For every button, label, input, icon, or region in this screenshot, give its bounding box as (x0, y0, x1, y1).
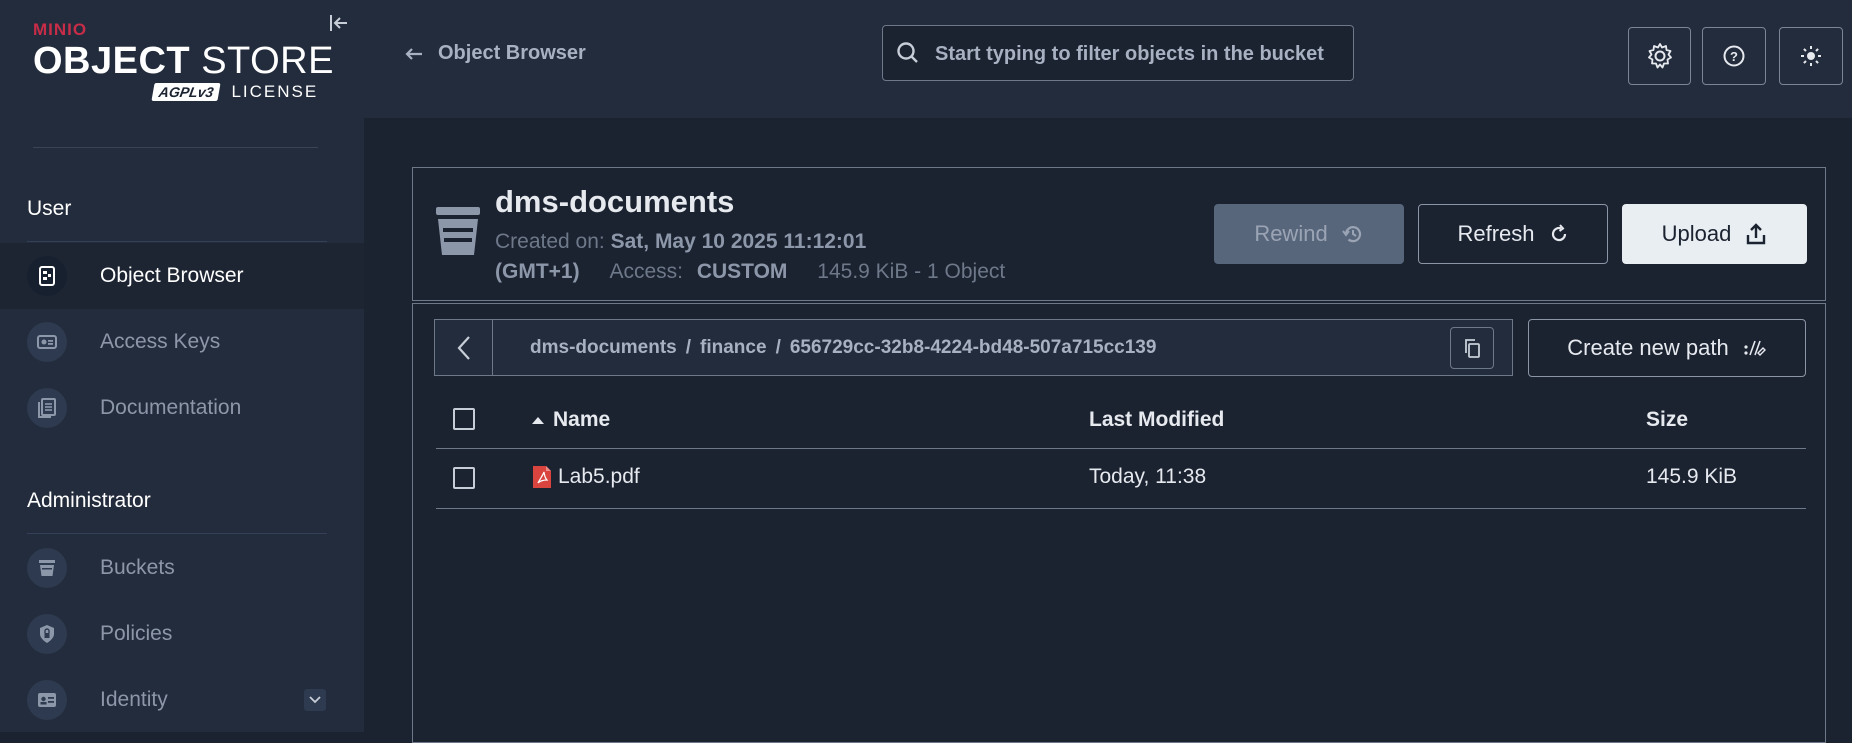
sort-ascending-icon (532, 417, 544, 424)
refresh-icon (1551, 224, 1566, 242)
sidebar-divider (33, 147, 318, 148)
history-icon (1341, 226, 1361, 243)
theme-toggle-icon (1801, 46, 1821, 66)
arrow-left-icon (405, 47, 422, 60)
access-label: Access: (609, 260, 683, 283)
bucket-usage: 145.9 KiB - 1 Object (817, 260, 1006, 283)
back-to-object-browser-link[interactable]: Object Browser (404, 42, 586, 65)
create-new-path-button[interactable]: Create new path (1528, 319, 1806, 377)
chevron-down-icon[interactable] (304, 689, 326, 711)
table-header: Name Last Modified Size (436, 392, 1806, 449)
access-value: CUSTOM (696, 260, 788, 283)
bucket-icon (27, 548, 67, 588)
svg-text:?: ? (1730, 49, 1738, 64)
copy-icon (1465, 339, 1480, 358)
settings-icon (1647, 43, 1672, 69)
pdf-file-icon (533, 466, 551, 488)
sidebar-item-buckets[interactable]: Buckets (0, 535, 364, 601)
policy-icon (27, 614, 67, 654)
last-modified-cell: Today, 11:38 (1089, 465, 1207, 488)
back-link-label: Object Browser (438, 42, 586, 64)
copy-path-button[interactable] (1450, 327, 1494, 369)
file-name-cell[interactable]: Lab5.pdf (532, 465, 640, 489)
section-title-administrator: Administrator (27, 489, 151, 512)
bucket-timezone: (GMT+1) (495, 260, 580, 283)
breadcrumb-path: dms-documents / finance/656729cc-32b8-4224… (530, 337, 1157, 358)
search-input[interactable] (933, 26, 1347, 82)
refresh-button[interactable]: Refresh (1418, 204, 1608, 264)
bucket-created: Created on: Sat, May 10 2025 11:12:01 (495, 230, 867, 253)
row-checkbox[interactable] (453, 467, 475, 489)
bucket-meta: (GMT+1) Access: CUSTOM 145.9 KiB - 1 Obj… (495, 260, 1005, 284)
column-name-header[interactable]: Name (531, 408, 610, 432)
upload-icon (1747, 223, 1766, 245)
rewind-button[interactable]: Rewind (1214, 204, 1404, 264)
agpl-logo: AGPLv3 (151, 83, 222, 101)
sidebar-item-label: Buckets (100, 556, 175, 579)
settings-button[interactable] (1628, 27, 1691, 85)
objects-panel: dms-documents / finance/656729cc-32b8-4224… (412, 303, 1826, 743)
search-icon (895, 40, 921, 66)
bucket-name: dms-documents (495, 184, 735, 219)
select-all-checkbox[interactable] (453, 408, 475, 430)
breadcrumb: dms-documents / finance/656729cc-32b8-4224… (434, 319, 1513, 376)
new-path-icon (1744, 340, 1766, 356)
sidebar-item-label: Identity (100, 688, 168, 711)
license-row: AGPLv3 LICENSE (151, 82, 319, 102)
help-icon: ? (1723, 45, 1745, 67)
section-title-user: User (27, 197, 72, 220)
brand-logo[interactable]: MINIO OBJECT STORE AGPLv3 LICENSE (33, 20, 333, 110)
bucket-header: dms-documents Created on: Sat, May 10 20… (412, 167, 1826, 301)
theme-toggle-button[interactable] (1779, 27, 1843, 85)
minio-wordmark: MINIO (33, 20, 88, 39)
collapse-sidebar-icon[interactable] (326, 10, 352, 36)
object-browser-icon (27, 256, 67, 296)
upload-button[interactable]: Upload (1622, 204, 1807, 264)
sidebar-item-label: Policies (100, 622, 173, 645)
breadcrumb-segment[interactable]: dms-documents (530, 337, 677, 358)
chevron-left-icon (457, 335, 470, 360)
sidebar-item-object-browser[interactable]: Object Browser (0, 243, 364, 309)
bucket-icon (435, 206, 481, 256)
identity-icon (27, 680, 67, 720)
column-size-header[interactable]: Size (1646, 408, 1688, 432)
object-filter-search (882, 25, 1354, 82)
license-label: LICENSE (231, 82, 319, 101)
help-button[interactable]: ? (1702, 27, 1766, 85)
breadcrumb-segment[interactable]: finance (700, 337, 767, 358)
access-keys-icon (27, 322, 67, 362)
sidebar-item-policies[interactable]: Policies (0, 601, 364, 667)
sidebar-item-label: Documentation (100, 396, 242, 419)
breadcrumb-segment[interactable]: 656729cc-32b8-4224-bd48-507a715cc139 (790, 337, 1157, 358)
section-divider (27, 241, 327, 242)
breadcrumb-back-button[interactable] (435, 320, 493, 375)
column-last-modified-header[interactable]: Last Modified (1089, 408, 1224, 432)
sidebar-item-label: Access Keys (100, 330, 221, 353)
section-divider (27, 533, 327, 534)
sidebar-item-documentation[interactable]: Documentation (0, 375, 364, 441)
top-bar: Object Browser ? (364, 0, 1852, 118)
size-cell: 145.9 KiB (1646, 465, 1738, 488)
sidebar-item-identity[interactable]: Identity (0, 667, 364, 733)
documentation-icon (27, 388, 67, 428)
table-row[interactable]: Lab5.pdf Today, 11:38 145.9 KiB (436, 449, 1806, 509)
sidebar: MINIO OBJECT STORE AGPLv3 LICENSE User O… (0, 0, 364, 732)
product-name: OBJECT STORE (33, 40, 334, 82)
sidebar-item-label: Object Browser (100, 264, 244, 287)
sidebar-item-access-keys[interactable]: Access Keys (0, 309, 364, 375)
